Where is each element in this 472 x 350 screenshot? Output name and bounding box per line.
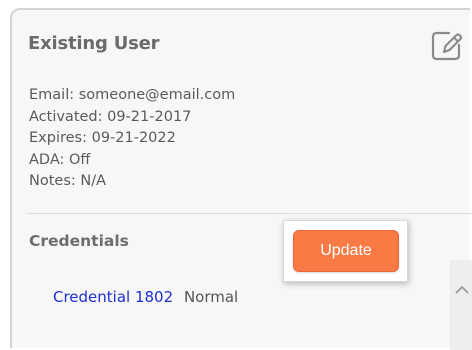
- chevron-up-icon[interactable]: [453, 282, 471, 296]
- credential-status: Normal: [183, 288, 239, 306]
- edit-icon[interactable]: [428, 28, 464, 64]
- activated-text: Activated: 09-21-2017: [29, 108, 192, 125]
- divider: [27, 213, 472, 214]
- credentials-heading: Credentials: [29, 232, 129, 250]
- existing-user-card: Existing User Email: someone@email.com A…: [10, 8, 472, 350]
- ada-text: ADA: Off: [29, 151, 91, 168]
- email-text: Email: someone@email.com: [29, 87, 236, 103]
- expires-text: Expires: 09-21-2022: [29, 130, 176, 146]
- update-popup: Update: [283, 220, 408, 282]
- credential-link[interactable]: Credential 1802: [53, 288, 173, 306]
- user-info: Email: someone@email.com Activated: 09-2…: [29, 85, 235, 193]
- credential-row: Credential 1802 Normal: [53, 288, 238, 306]
- scrollbar-track[interactable]: [450, 260, 472, 350]
- notes-text: Notes: N/A: [29, 173, 107, 189]
- card-title: Existing User: [28, 33, 160, 54]
- update-button[interactable]: Update: [293, 230, 399, 272]
